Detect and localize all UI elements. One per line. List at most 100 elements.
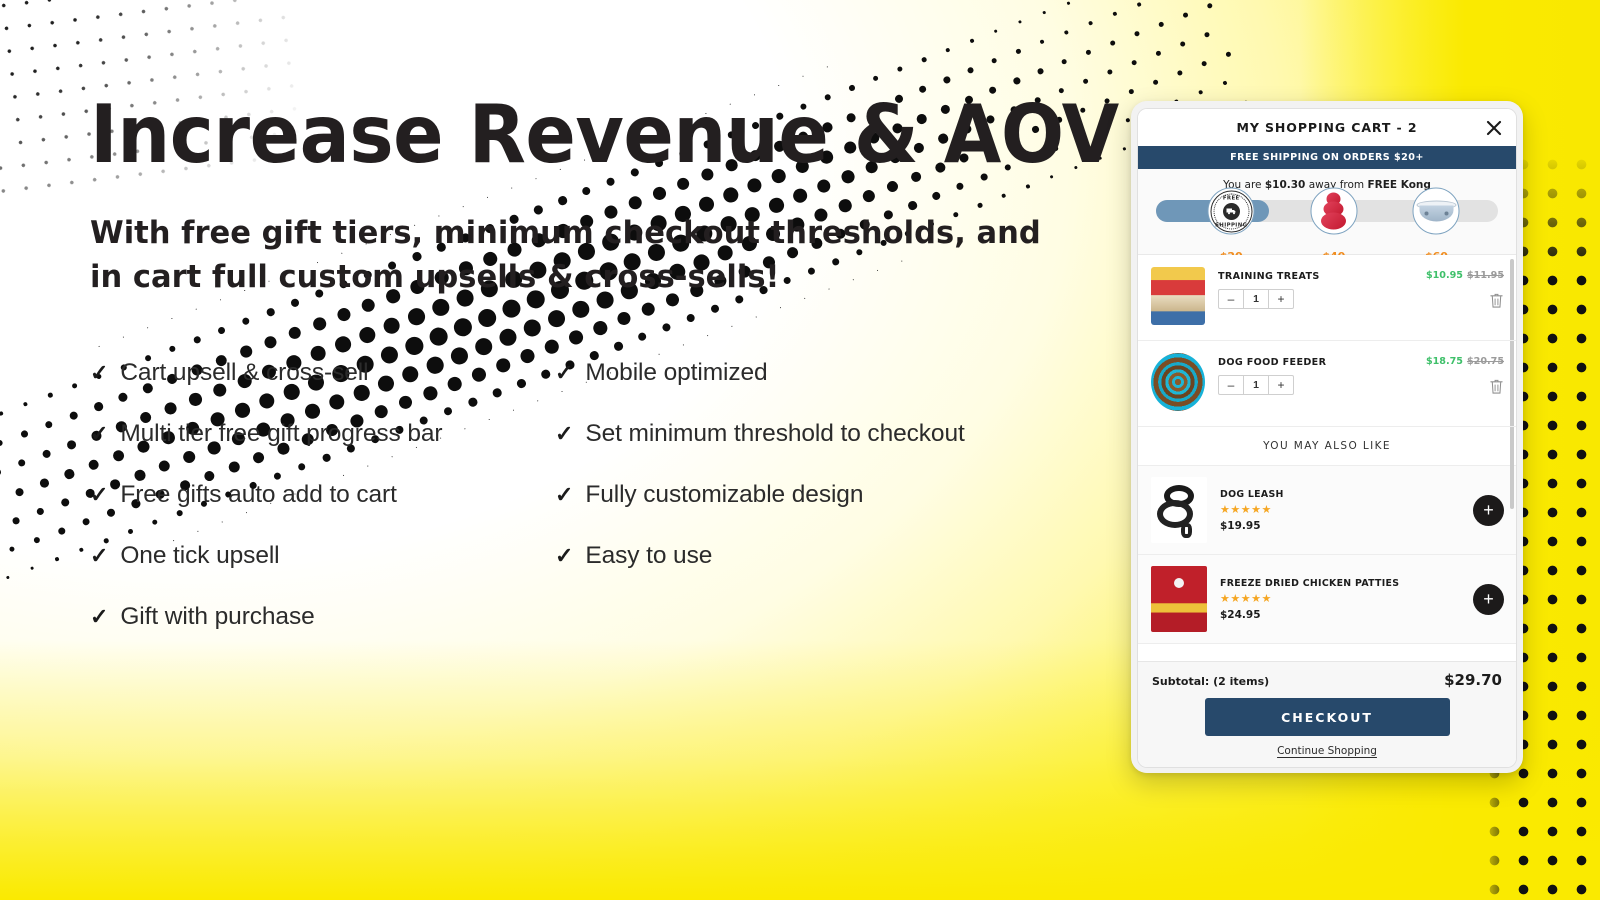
- halftone-dot: [1158, 21, 1165, 28]
- halftone-dot: [1128, 88, 1135, 95]
- halftone-dot: [778, 84, 780, 87]
- price-row: $10.95 $11.95: [1426, 270, 1504, 281]
- recommendation-name: FREEZE DRIED CHICKEN PATTIES: [1220, 577, 1400, 589]
- halftone-dot: [5, 575, 10, 580]
- halftone-dot: [30, 566, 35, 571]
- halftone-dot: [1200, 60, 1208, 67]
- feature-label: Gift with purchase: [120, 603, 315, 631]
- halftone-dot: [44, 420, 54, 430]
- free-shipping-banner: FREE SHIPPING ON ORDERS $20+: [1138, 146, 1516, 169]
- quantity-decrement-button[interactable]: –: [1219, 376, 1243, 394]
- recommendation-details: FREEZE DRIED CHICKEN PATTIES ★★★★★ $24.9…: [1207, 578, 1473, 621]
- dog-bowl-icon: [1416, 198, 1457, 224]
- halftone-dot: [62, 467, 76, 481]
- feature-item: ✓ Multi tier free gift progress bar: [90, 422, 555, 483]
- feature-label: One tick upsell: [120, 542, 280, 570]
- quantity-value[interactable]: 1: [1243, 290, 1269, 308]
- halftone-dot: [68, 410, 79, 421]
- check-icon: ✓: [90, 604, 109, 630]
- halftone-dot: [1152, 79, 1159, 86]
- halftone-dot: [1122, 147, 1126, 151]
- price-row: $18.75 $20.75: [1426, 356, 1504, 367]
- halftone-dot: [1225, 51, 1232, 58]
- product-thumbnail: [1151, 477, 1207, 543]
- halftone-dot: [1066, 1, 1070, 5]
- halftone-dot: [1222, 80, 1228, 86]
- checkout-button[interactable]: CHECKOUT: [1204, 698, 1450, 736]
- recommendation-name: DOG LEASH: [1220, 488, 1284, 500]
- halftone-dot: [38, 477, 50, 489]
- halftone-dot: [65, 439, 78, 451]
- halftone-dot: [78, 547, 85, 553]
- halftone-dot: [71, 382, 78, 390]
- milestone-tier-1[interactable]: FREE SHIPPING: [1207, 187, 1255, 235]
- halftone-dot: [57, 526, 66, 536]
- halftone-dot: [896, 65, 904, 73]
- feature-label: Easy to use: [585, 542, 713, 570]
- progress-message-reward: FREE Kong: [1367, 179, 1431, 191]
- halftone-dot: [1088, 20, 1094, 26]
- page-title: Increase Revenue & AOV: [90, 88, 1119, 181]
- feature-label: Cart upsell & cross-sell: [120, 359, 369, 387]
- price-compare-at: $11.95: [1466, 270, 1504, 281]
- halftone-dot: [1112, 11, 1118, 17]
- price-compare-at: $20.75: [1466, 356, 1504, 367]
- halftone-dot: [1203, 31, 1211, 39]
- cart-device-frame: MY SHOPPING CART - 2 FREE SHIPPING ON OR…: [1131, 101, 1523, 773]
- cart-item-details: TRAINING TREATS – 1 +: [1205, 267, 1426, 309]
- check-icon: ✓: [90, 360, 109, 386]
- halftone-dot: [920, 56, 927, 63]
- add-to-cart-button[interactable]: +: [1473, 583, 1504, 615]
- halftone-dot: [1176, 69, 1184, 77]
- cart-header: MY SHOPPING CART - 2: [1138, 109, 1516, 146]
- milestone-tier-2[interactable]: [1310, 187, 1358, 235]
- feature-item: ✓ Free gifts auto add to cart: [90, 483, 555, 544]
- shopping-cart-drawer: MY SHOPPING CART - 2 FREE SHIPPING ON OR…: [1138, 109, 1516, 767]
- feature-item: ✓ Mobile optimized: [555, 361, 1100, 422]
- halftone-dot: [1125, 117, 1131, 123]
- continue-shopping-link[interactable]: Continue Shopping: [1152, 745, 1502, 757]
- quantity-increment-button[interactable]: +: [1269, 376, 1293, 394]
- feature-item: ✓ Gift with purchase: [90, 605, 555, 666]
- product-thumbnail: [1151, 566, 1207, 632]
- quantity-stepper[interactable]: – 1 +: [1218, 289, 1294, 309]
- star-rating-icon: ★★★★★: [1220, 503, 1272, 516]
- halftone-dot: [1155, 50, 1162, 57]
- halftone-dot: [942, 75, 952, 85]
- close-icon[interactable]: [1484, 118, 1504, 138]
- check-icon: ✓: [555, 421, 574, 447]
- quantity-increment-button[interactable]: +: [1269, 290, 1293, 308]
- kong-toy-icon: [1321, 192, 1347, 230]
- halftone-dot: [47, 392, 54, 399]
- halftone-dot: [1012, 76, 1021, 86]
- feature-label: Set minimum threshold to checkout: [585, 420, 965, 448]
- hero-subtitle: With free gift tiers, minimum checkout t…: [90, 215, 1041, 295]
- halftone-dot: [1106, 68, 1114, 76]
- cart-scroll-region: TRAINING TREATS – 1 + $10.95 $11.95 DOG …: [1138, 255, 1516, 661]
- trash-icon[interactable]: [1426, 378, 1504, 395]
- recommendation-item: DOG LEASH ★★★★★ $19.95 +: [1138, 466, 1516, 555]
- halftone-dot: [14, 486, 25, 498]
- trash-icon[interactable]: [1426, 292, 1504, 309]
- quantity-stepper[interactable]: – 1 +: [1218, 375, 1294, 395]
- halftone-dot: [1060, 58, 1068, 65]
- progress-message-amount: $10.30: [1264, 179, 1306, 191]
- hero-content: Increase Revenue & AOV With free gift ti…: [90, 88, 1119, 666]
- quantity-decrement-button[interactable]: –: [1219, 290, 1243, 308]
- halftone-dot: [966, 66, 975, 75]
- subtotal-value: $29.70: [1444, 671, 1502, 689]
- halftone-dot: [17, 458, 27, 468]
- feature-item: ✓ Easy to use: [555, 544, 1100, 605]
- halftone-dot: [1085, 49, 1092, 56]
- feature-column-right: ✓ Mobile optimized ✓ Set minimum threshold…: [555, 361, 1100, 666]
- halftone-dot: [1015, 48, 1022, 55]
- milestone-tier-3[interactable]: [1412, 187, 1460, 235]
- add-to-cart-button[interactable]: +: [1473, 494, 1504, 526]
- check-icon: ✓: [555, 543, 574, 569]
- feature-label: Mobile optimized: [585, 359, 768, 387]
- halftone-dot: [1206, 2, 1213, 9]
- halftone-dot: [945, 47, 951, 53]
- halftone-dot: [20, 429, 29, 439]
- quantity-value[interactable]: 1: [1243, 376, 1269, 394]
- subtotal-label: Subtotal: (2 items): [1152, 675, 1270, 688]
